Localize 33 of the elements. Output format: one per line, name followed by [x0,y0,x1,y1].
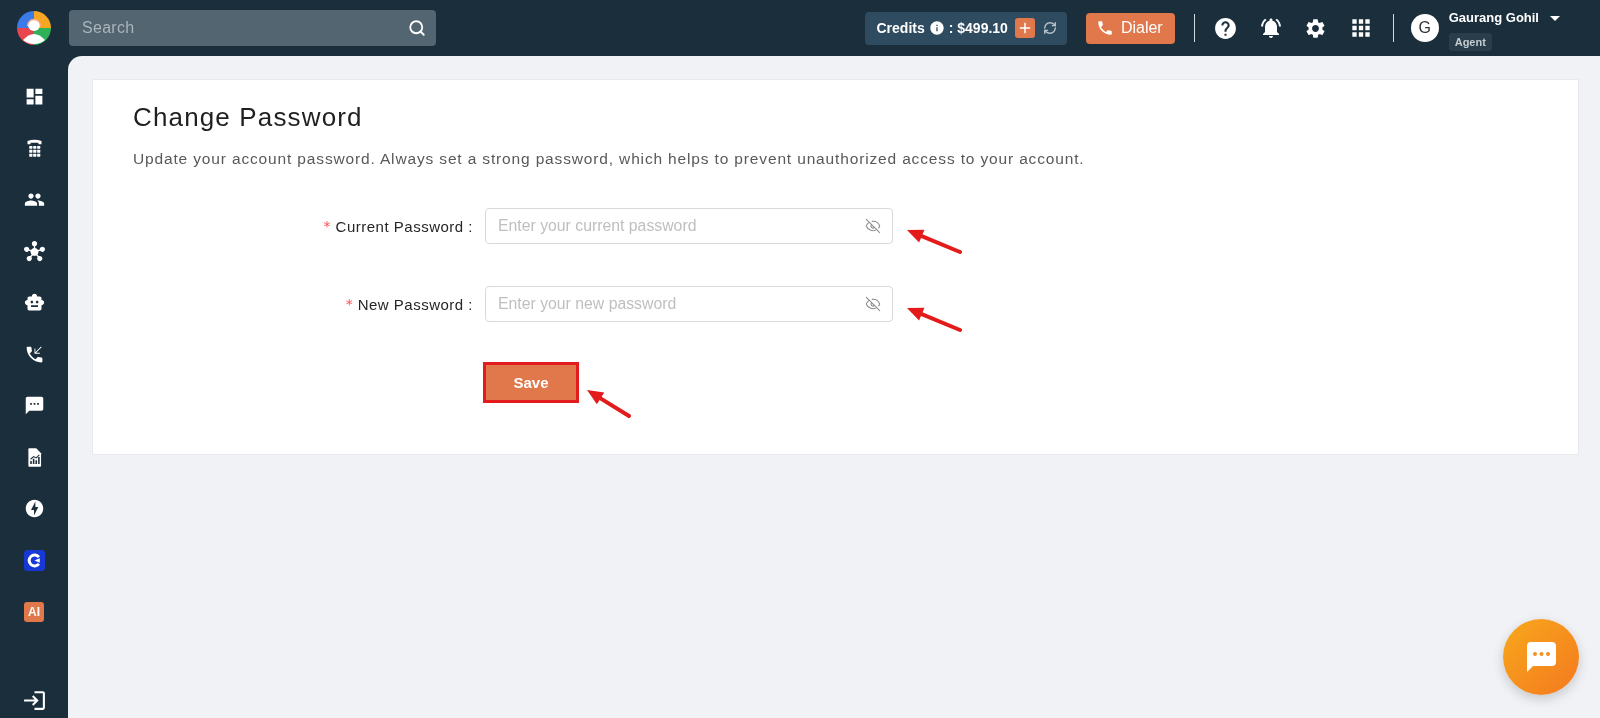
lightning-icon[interactable] [23,498,45,520]
credits-label: Credits [876,20,925,36]
page-title: Change Password [133,102,364,132]
page-description: Update your account password. Always set a strong password, which helps to prevent unauthorized access to your account. [133,149,1086,169]
eye-off-icon[interactable] [865,218,881,234]
refresh-icon[interactable] [1042,21,1057,35]
password-field[interactable]: Enter your current password [485,208,893,244]
bell-icon[interactable] [1258,16,1283,40]
info-icon[interactable] [928,20,945,36]
network-icon[interactable] [23,240,45,262]
add-credits-button[interactable] [1014,18,1035,38]
required-mark: * [323,218,331,234]
search-field[interactable]: Search [69,10,436,46]
role-badge: Agent [1448,32,1492,51]
save-button[interactable]: Save [486,365,576,400]
chat-button[interactable] [1503,619,1579,695]
ai-badge[interactable]: AI [24,601,44,622]
field-label: New Password : [357,295,473,313]
credits-amount: : $499.10 [948,20,1008,36]
eye-off-icon[interactable] [865,296,881,312]
avatar[interactable]: G [1410,14,1439,42]
chat-icon[interactable] [23,395,45,417]
dialer-button[interactable]: Dialer [1085,12,1175,44]
field-label: Current Password : [335,217,473,235]
logo-icon[interactable] [17,11,51,45]
search-icon[interactable] [408,19,426,37]
chat-bubble-icon [1524,640,1558,674]
user-name[interactable]: Gaurang Gohil [1448,10,1539,25]
help-icon[interactable] [1212,15,1238,41]
c-logo-icon[interactable] [23,549,45,571]
phone-icon [1095,19,1114,37]
password-field[interactable]: Enter your new password [485,286,893,322]
required-mark: * [345,296,353,312]
